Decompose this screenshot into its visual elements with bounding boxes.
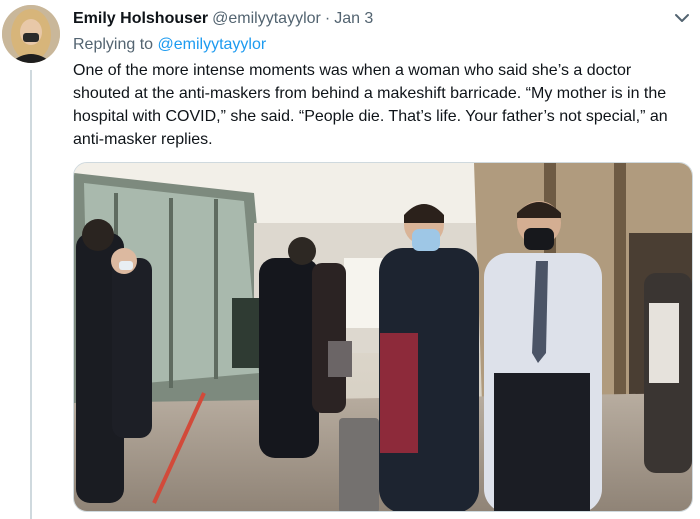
avatar-image <box>2 5 60 63</box>
video-still <box>74 163 692 511</box>
author-name[interactable]: Emily Holshouser <box>73 10 208 27</box>
replying-to-label: Replying to <box>73 36 154 53</box>
tweet-date[interactable]: Jan 3 <box>334 10 373 27</box>
avatar[interactable] <box>2 5 60 63</box>
tweet-text: One of the more intense moments was when… <box>73 62 668 148</box>
tweet-header: Emily Holshouser @emilyytayylor · Jan 3 <box>73 9 373 29</box>
tweet: Emily Holshouser @emilyytayylor · Jan 3 Rep… <box>0 0 700 519</box>
thread-line <box>30 70 32 519</box>
replying-to: Replying to @emilyytayylor <box>73 35 266 55</box>
tweet-media-video[interactable] <box>73 162 693 512</box>
reply-handle-link[interactable]: @emilyytayylor <box>158 36 267 53</box>
chevron-down-icon[interactable] <box>672 8 692 28</box>
header-separator: · <box>324 10 331 27</box>
author-handle[interactable]: @emilyytayylor <box>212 10 321 27</box>
